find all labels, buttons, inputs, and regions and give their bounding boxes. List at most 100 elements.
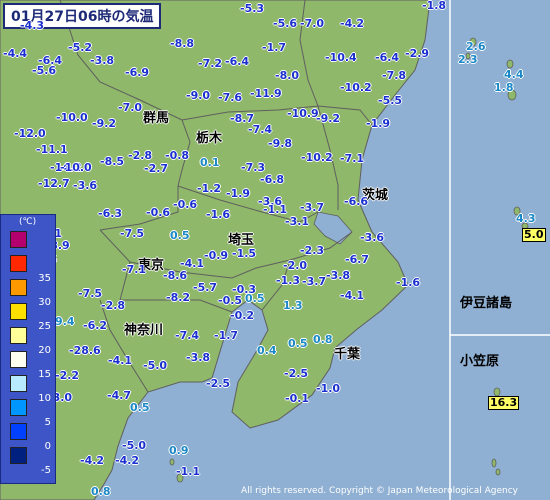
- station-temperature: -3.8: [186, 351, 211, 364]
- station-temperature: 4.4: [504, 68, 524, 81]
- station-temperature: 0.8: [313, 333, 333, 346]
- station-temperature: -6.4: [38, 54, 63, 67]
- station-temperature: -0.6: [173, 198, 198, 211]
- inset-label-ogasawara: 小笠原: [460, 354, 500, 369]
- station-temperature: -7.5: [120, 227, 145, 240]
- legend-label: 30: [38, 297, 51, 308]
- station-temperature: -2.8: [101, 299, 126, 312]
- legend-swatch: [10, 231, 27, 248]
- station-temperature: -5.2: [68, 41, 93, 54]
- station-temperature: -0.5: [218, 294, 243, 307]
- station-temperature: -1.6: [396, 276, 421, 289]
- station-temperature: -2.0: [283, 259, 308, 272]
- station-temperature: -2.5: [206, 377, 231, 390]
- pref-label-tochigi: 栃木: [196, 131, 223, 146]
- station-temperature: -2.9: [405, 47, 430, 60]
- station-temperature: -6.6: [344, 195, 369, 208]
- station-temperature: -2.5: [284, 367, 309, 380]
- legend-swatch: [10, 279, 27, 296]
- station-temperature: -1.2: [197, 182, 222, 195]
- legend-label: 35: [38, 273, 51, 284]
- station-temperature: -8.8: [170, 37, 195, 50]
- station-temperature: -5.7: [193, 281, 218, 294]
- station-temperature: -0.6: [146, 206, 171, 219]
- station-temperature: 0.9: [169, 444, 189, 457]
- station-temperature: -0.9: [204, 249, 229, 262]
- station-temperature: -1.1: [263, 203, 288, 216]
- station-temperature: -5.6: [273, 17, 298, 30]
- station-temperature: -1.5: [232, 247, 257, 260]
- pref-label-saitama: 埼玉: [228, 233, 255, 248]
- station-temperature: 0.5: [130, 401, 150, 414]
- station-temperature: -10.2: [340, 81, 372, 94]
- station-temperature: -6.4: [225, 55, 250, 68]
- station-temperature: -4.2: [115, 454, 140, 467]
- station-temperature: -3.1: [285, 215, 310, 228]
- temperature-legend: (℃) 35 30 25 20 15 10 5 0 -5: [0, 214, 56, 484]
- station-temperature: -5.0: [143, 359, 168, 372]
- station-temperature: -9.2: [92, 117, 117, 130]
- station-temperature: -9.0: [186, 89, 211, 102]
- station-temperature: -3.6: [360, 231, 385, 244]
- station-temperature: -9.2: [316, 112, 341, 125]
- legend-swatch: [10, 303, 27, 320]
- station-temperature: 0.4: [257, 344, 277, 357]
- station-temperature: -3.7: [302, 275, 327, 288]
- station-temperature: -6.3: [98, 207, 123, 220]
- inset-label-izu-islands: 伊豆諸島: [460, 296, 513, 311]
- legend-label: -5: [41, 465, 51, 476]
- pref-label-chiba: 千葉: [334, 347, 361, 362]
- station-temperature: -7.1: [340, 152, 365, 165]
- legend-label: 5: [44, 417, 51, 428]
- station-temperature: -1.0: [316, 382, 341, 395]
- station-temperature: -1.7: [214, 329, 239, 342]
- station-temperature: -7.4: [248, 123, 273, 136]
- station-temperature: 1.8: [494, 81, 514, 94]
- legend-label: 25: [38, 321, 51, 332]
- station-temperature: -3.8: [326, 269, 351, 282]
- legend-label: 15: [38, 369, 51, 380]
- station-temperature: -28.6: [69, 344, 101, 357]
- station-temperature: -1.1: [176, 465, 201, 478]
- station-temperature: -11.1: [36, 143, 68, 156]
- legend-label: 0: [44, 441, 51, 452]
- station-temperature: -3.6: [73, 179, 98, 192]
- station-temperature: -0.8: [165, 149, 190, 162]
- station-temperature: 2.3: [458, 53, 478, 66]
- station-temperature: -10.0: [60, 161, 92, 174]
- station-temperature: -0.2: [230, 309, 255, 322]
- station-temperature: 0.5: [245, 292, 265, 305]
- station-temperature: -7.5: [78, 287, 103, 300]
- station-temperature: -7.1: [122, 263, 147, 276]
- station-temperature: -5.3: [240, 2, 265, 15]
- station-temperature: -2.3: [300, 244, 325, 257]
- station-temperature: -6.4: [375, 51, 400, 64]
- station-temperature: 4.3: [516, 212, 536, 225]
- station-temperature: -4.1: [340, 289, 365, 302]
- station-temperature: -8.5: [100, 155, 125, 168]
- station-temperature: -4.2: [340, 17, 365, 30]
- station-temperature: -7.0: [300, 17, 325, 30]
- station-temperature: -6.7: [345, 253, 370, 266]
- station-temperature: -8.6: [163, 269, 188, 282]
- station-temperature: 0.5: [288, 337, 308, 350]
- station-temperature: -8.2: [166, 291, 191, 304]
- copyright-notice: All rights reserved. Copyright © Japan M…: [241, 486, 518, 496]
- station-temperature: -4.7: [107, 389, 132, 402]
- station-temperature: -6.9: [125, 66, 150, 79]
- station-temperature: 0.8: [91, 485, 111, 498]
- station-temperature: -7.2: [198, 57, 223, 70]
- pref-label-kanagawa: 神奈川: [124, 323, 164, 338]
- legend-unit: (℃): [19, 217, 37, 227]
- station-temperature: -1.9: [226, 187, 251, 200]
- station-temperature: -4.2: [80, 454, 105, 467]
- station-temperature: -5.5: [378, 94, 403, 107]
- station-temperature: -0.1: [285, 392, 310, 405]
- station-temperature: -1.7: [262, 41, 287, 54]
- station-temperature: -4.4: [3, 47, 28, 60]
- legend-label: 20: [38, 345, 51, 356]
- legend-swatch: [10, 327, 27, 344]
- legend-swatch: [10, 447, 27, 464]
- station-temperature: 0.5: [170, 229, 190, 242]
- station-temperature: 1.3: [283, 299, 303, 312]
